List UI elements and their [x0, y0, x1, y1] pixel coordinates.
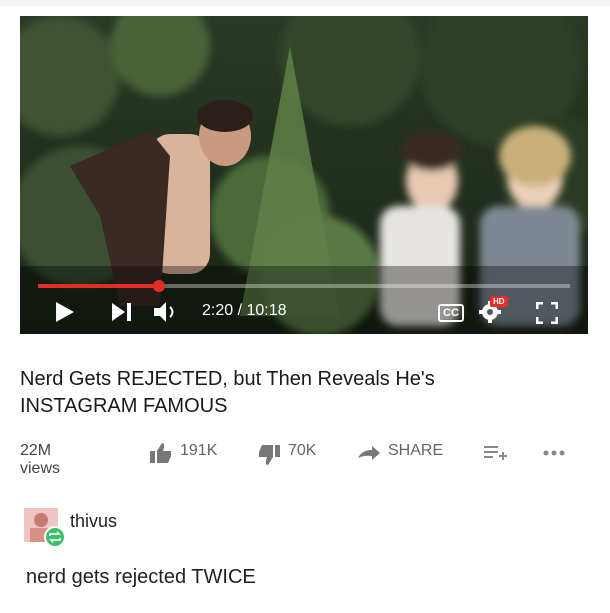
progress-scrubber[interactable] — [152, 280, 165, 292]
video-title-line2: INSTAGRAM FAMOUS — [20, 395, 228, 417]
add-to-playlist-icon[interactable] — [484, 445, 508, 461]
reblog-badge — [44, 526, 66, 548]
progress-bar[interactable] — [38, 280, 570, 292]
hd-badge: HD — [490, 296, 508, 307]
volume-icon[interactable] — [154, 302, 178, 322]
progress-played — [38, 284, 159, 288]
post-caption: nerd gets rejected TWICE — [26, 566, 256, 588]
video-player[interactable]: 2:20 / 10:18 CC HD — [20, 16, 588, 334]
thumbs-up-icon[interactable] — [150, 443, 172, 463]
reblog-icon — [49, 531, 61, 543]
video-title: Nerd Gets REJECTED, but Then Reveals He'… — [20, 366, 580, 420]
captions-button[interactable]: CC — [438, 304, 464, 322]
dislike-count[interactable]: 70K — [288, 442, 316, 460]
more-options-icon[interactable] — [543, 450, 565, 456]
like-count[interactable]: 191K — [180, 442, 217, 460]
share-button[interactable]: SHARE — [388, 442, 443, 460]
share-icon[interactable] — [358, 446, 380, 460]
fullscreen-icon[interactable] — [536, 302, 558, 324]
play-icon[interactable] — [56, 302, 74, 322]
top-divider — [0, 0, 610, 6]
video-title-line1: Nerd Gets REJECTED, but Then Reveals He'… — [20, 368, 435, 390]
post-author[interactable]: thivus — [70, 511, 117, 532]
thumbs-down-icon[interactable] — [258, 445, 280, 465]
settings-button[interactable]: HD — [478, 296, 508, 324]
view-count: 22M views — [20, 442, 61, 477]
next-icon[interactable] — [112, 303, 132, 321]
player-controls: 2:20 / 10:18 CC HD — [20, 296, 588, 330]
time-display: 2:20 / 10:18 — [202, 302, 287, 319]
